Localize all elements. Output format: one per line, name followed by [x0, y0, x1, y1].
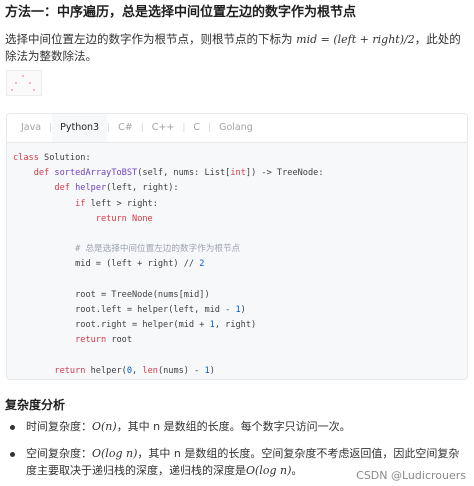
description-paragraph: 选择中间位置左边的数字作为根节点，则根节点的下标为 mid = (left + … [5, 31, 467, 65]
tab-java[interactable]: Java [13, 114, 49, 142]
space-formula: O(log n) [92, 447, 138, 460]
tab-csharp[interactable]: C# [110, 114, 141, 142]
language-tabs: Java | Python3 | C# | C++ | C | Golang [7, 114, 467, 143]
complexity-title: 复杂度分析 [5, 398, 66, 412]
description-text-1: 选择中间位置左边的数字作为根节点，则根节点的下标为 [5, 32, 293, 46]
tree-thumbnail-image[interactable] [6, 70, 42, 96]
list-item-time: 时间复杂度：O(n)，其中 n 是数组的长度。每个数字只访问一次。 [10, 418, 466, 435]
tab-cpp[interactable]: C++ [144, 114, 183, 142]
tab-c[interactable]: C [185, 114, 208, 142]
space-formula-2: O(log n) [246, 464, 292, 477]
time-formula: O(n) [92, 420, 117, 433]
bullet-dot [10, 452, 15, 457]
code-content[interactable]: class Solution: def sortedArrayToBST(sel… [7, 143, 467, 379]
section-heading: 方法一：中序遍历，总是选择中间位置左边的数字作为根节点 [5, 5, 357, 20]
tab-golang[interactable]: Golang [211, 114, 261, 142]
code-block: Java | Python3 | C# | C++ | C | Golang c… [6, 113, 468, 380]
bullet-dot [10, 425, 15, 430]
tab-python3[interactable]: Python3 [52, 114, 108, 142]
csdn-watermark: CSDN @Ludicrouers [356, 469, 466, 482]
mid-formula: mid = (left + right)/2 [296, 33, 415, 46]
